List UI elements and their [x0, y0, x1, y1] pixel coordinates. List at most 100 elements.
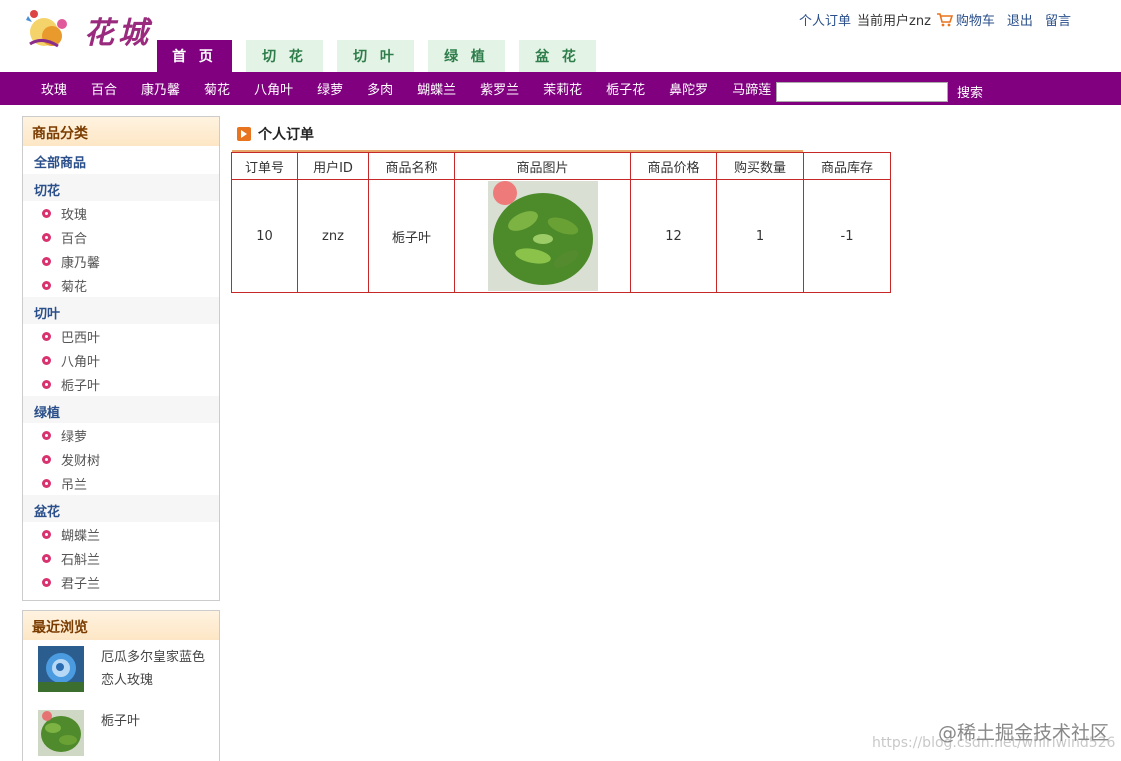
- nav-item[interactable]: 紫罗兰: [467, 79, 530, 98]
- all-products-link[interactable]: 全部商品: [23, 146, 219, 174]
- column-header: 商品库存: [803, 152, 891, 180]
- bullet-icon: [42, 553, 51, 563]
- bullet-icon: [42, 529, 51, 539]
- bullet-icon: [42, 256, 51, 266]
- category-group-title[interactable]: 绿植: [23, 396, 219, 423]
- tab-potted-flowers[interactable]: 盆 花: [519, 40, 596, 72]
- category-panel: 商品分类 全部商品 切花玫瑰百合康乃馨菊花切叶巴西叶八角叶栀子叶 绿植绿萝发财树吊…: [22, 116, 220, 601]
- quantity-cell: 1: [716, 179, 804, 293]
- my-orders-link[interactable]: 个人订单: [799, 10, 851, 29]
- nav-item[interactable]: 鼻陀罗: [656, 79, 719, 98]
- category-item-label: 玫瑰: [61, 207, 88, 223]
- tab-green-plants[interactable]: 绿 植: [428, 40, 505, 72]
- nav-item[interactable]: 玫瑰: [28, 79, 78, 98]
- blue-rose-thumbnail: [38, 646, 84, 692]
- category-item-label: 绿萝: [61, 429, 88, 445]
- bullet-icon: [42, 454, 51, 464]
- category-item[interactable]: 栀子叶: [23, 372, 219, 396]
- category-item[interactable]: 发财树: [23, 447, 219, 471]
- order-id-cell: 10: [231, 179, 298, 293]
- column-header: 商品图片: [454, 152, 631, 180]
- category-panel-title: 商品分类: [23, 117, 219, 146]
- tab-cut-leaves[interactable]: 切 叶: [337, 40, 414, 72]
- recent-panel: 最近浏览 厄瓜多尔皇家蓝色恋人玫瑰 栀子叶: [22, 610, 220, 761]
- product-name-cell: 栀子叶: [368, 179, 455, 293]
- nav-item[interactable]: 马蹄莲: [719, 79, 782, 98]
- nav-item[interactable]: 菊花: [191, 79, 241, 98]
- category-item-label: 石斛兰: [61, 552, 101, 568]
- bullet-icon: [42, 331, 51, 341]
- category-group-title[interactable]: 盆花: [23, 495, 219, 522]
- arrow-right-icon: [237, 127, 251, 141]
- search-input[interactable]: [776, 82, 948, 102]
- main-tabs: 首 页 切 花 切 叶 绿 植 盆 花: [157, 40, 610, 72]
- column-header: 订单号: [231, 152, 298, 180]
- category-item[interactable]: 吊兰: [23, 471, 219, 495]
- category-item-label: 巴西叶: [61, 330, 101, 346]
- category-item[interactable]: 八角叶: [23, 348, 219, 372]
- top-links: 个人订单 当前用户znz 购物车 退出 留言: [799, 10, 1071, 29]
- orders-table: 订单号 用户ID 商品名称 商品图片 商品价格 购买数量 商品库存 10 znz…: [231, 152, 891, 293]
- user-id-cell: znz: [297, 179, 369, 293]
- bullet-icon: [42, 478, 51, 488]
- category-item[interactable]: 石斛兰: [23, 546, 219, 570]
- flower-logo-icon: [26, 10, 67, 48]
- page-title-text: 个人订单: [258, 127, 314, 143]
- cart-icon: [936, 12, 953, 26]
- nav-item[interactable]: 百合: [78, 79, 128, 98]
- nav-item[interactable]: 康乃馨: [128, 79, 191, 98]
- bullet-icon: [42, 208, 51, 218]
- recent-item-name: 栀子叶: [101, 714, 141, 729]
- nav-item[interactable]: 栀子花: [593, 79, 656, 98]
- site-logo[interactable]: 花城: [22, 6, 157, 54]
- category-item[interactable]: 蝴蝶兰: [23, 522, 219, 546]
- product-image[interactable]: [487, 181, 598, 291]
- nav-item[interactable]: 蝴蝶兰: [404, 79, 467, 98]
- nav-items: 玫瑰 百合 康乃馨 菊花 八角叶 绿萝 多肉 蝴蝶兰 紫罗兰 茉莉花 栀子花 鼻陀罗 马蹄莲: [28, 79, 782, 98]
- column-header: 商品名称: [368, 152, 455, 180]
- search-button[interactable]: 搜索: [957, 82, 983, 101]
- category-groups: 切花玫瑰百合康乃馨菊花切叶巴西叶八角叶栀子叶 绿植绿萝发财树吊兰盆花 蝴蝶兰石斛兰君…: [23, 174, 219, 594]
- cart-label: 购物车: [955, 14, 995, 29]
- category-item[interactable]: 君子兰: [23, 570, 219, 594]
- bullet-icon: [42, 280, 51, 290]
- category-item-label: 八角叶: [61, 354, 101, 370]
- bullet-icon: [42, 232, 51, 242]
- nav-item[interactable]: 八角叶: [241, 79, 304, 98]
- recent-item[interactable]: 栀子叶: [23, 692, 219, 756]
- page-title: 个人订单: [237, 124, 314, 144]
- logout-link[interactable]: 退出: [1007, 10, 1033, 29]
- category-item-label: 康乃馨: [61, 255, 101, 271]
- category-navbar: 玫瑰 百合 康乃馨 菊花 八角叶 绿萝 多肉 蝴蝶兰 紫罗兰 茉莉花 栀子花 鼻陀罗 马蹄莲 搜索: [0, 72, 1121, 105]
- table-row: 10 znz 栀子叶 12 1 -1: [231, 179, 891, 293]
- category-item[interactable]: 巴西叶: [23, 324, 219, 348]
- column-header: 购买数量: [716, 152, 804, 180]
- cart-link[interactable]: 购物车: [936, 10, 995, 29]
- bullet-icon: [42, 430, 51, 440]
- message-link[interactable]: 留言: [1045, 10, 1071, 29]
- category-item[interactable]: 绿萝: [23, 423, 219, 447]
- category-item-label: 吊兰: [61, 477, 88, 493]
- category-item[interactable]: 百合: [23, 225, 219, 249]
- recent-panel-title: 最近浏览: [23, 611, 219, 640]
- recent-item[interactable]: 厄瓜多尔皇家蓝色恋人玫瑰: [23, 640, 219, 692]
- product-image-cell: [454, 179, 631, 293]
- column-header: 用户ID: [297, 152, 369, 180]
- category-group-title[interactable]: 切叶: [23, 297, 219, 324]
- bullet-icon: [42, 355, 51, 365]
- nav-item[interactable]: 绿萝: [304, 79, 354, 98]
- tab-cut-flowers[interactable]: 切 花: [246, 40, 323, 72]
- logo-text: 花城: [84, 16, 152, 51]
- category-item[interactable]: 菊花: [23, 273, 219, 297]
- category-item[interactable]: 玫瑰: [23, 201, 219, 225]
- nav-item[interactable]: 茉莉花: [530, 79, 593, 98]
- price-cell: 12: [630, 179, 717, 293]
- category-item[interactable]: 康乃馨: [23, 249, 219, 273]
- bullet-icon: [42, 577, 51, 587]
- category-item-label: 菊花: [61, 279, 88, 295]
- tab-home[interactable]: 首 页: [157, 40, 232, 72]
- nav-item[interactable]: 多肉: [354, 79, 404, 98]
- table-header-row: 订单号 用户ID 商品名称 商品图片 商品价格 购买数量 商品库存: [231, 152, 891, 180]
- category-group-title[interactable]: 切花: [23, 174, 219, 201]
- category-item-label: 发财树: [61, 453, 101, 469]
